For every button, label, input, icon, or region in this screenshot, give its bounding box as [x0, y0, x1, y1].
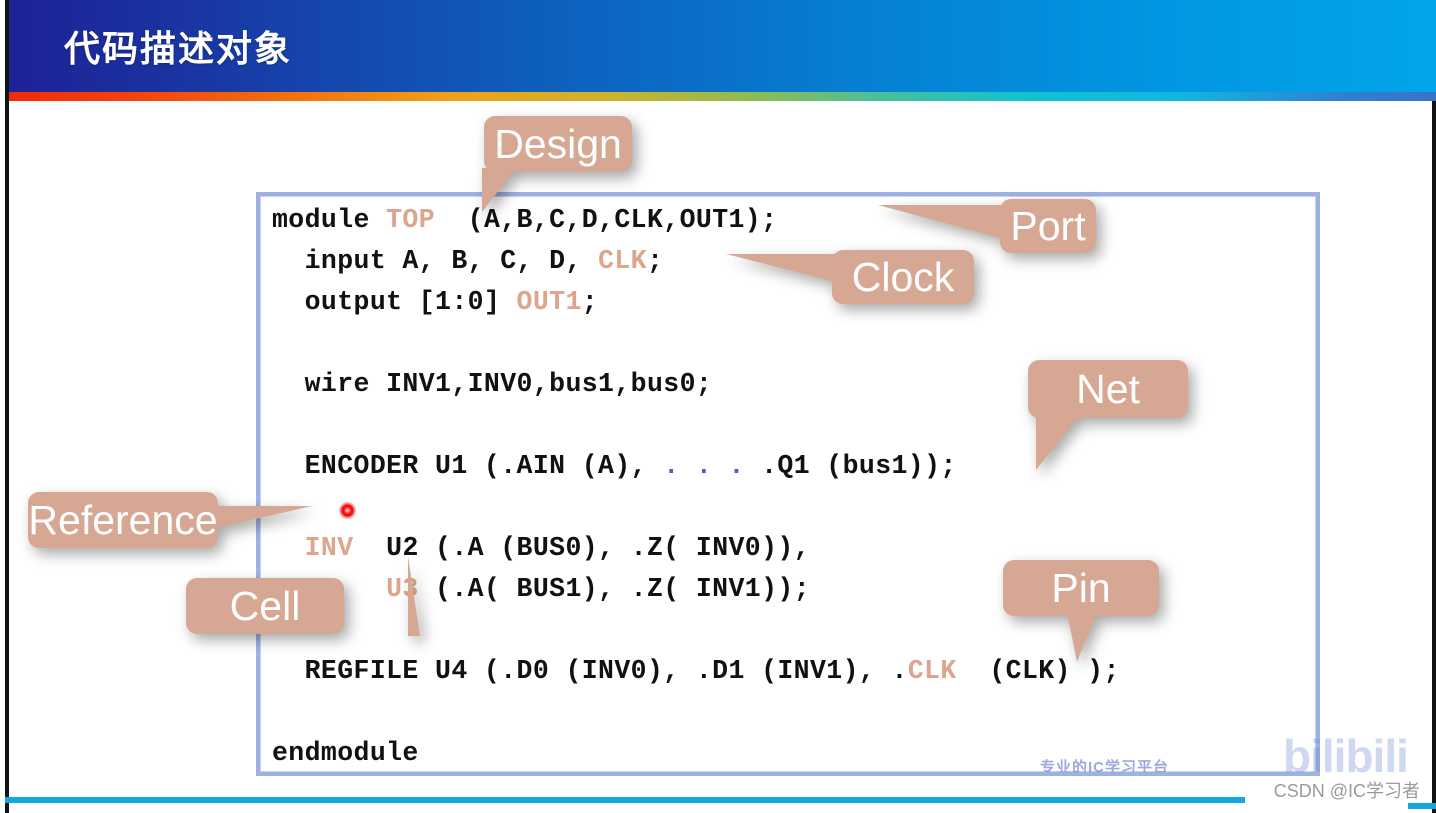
csdn-watermark: CSDN @IC学习者: [1273, 781, 1420, 801]
code-token: . . .: [663, 451, 745, 481]
code-token: TOP: [386, 205, 436, 235]
line-output: output [1:0] OUT1;: [272, 287, 598, 317]
line-wire: wire INV1,INV0,bus1,bus0;: [272, 369, 712, 399]
line-module: module TOP (A,B,C,D,CLK,OUT1);: [272, 205, 777, 235]
slide-header: 代码描述对象: [9, 0, 1436, 92]
callout-cell-label: Cell: [229, 582, 301, 629]
code-token: ;: [581, 287, 599, 317]
callout-reference-label: Reference: [28, 496, 218, 543]
callout-clock-label: Clock: [851, 253, 955, 300]
line-inv-u2: INV U2 (.A (BUS0), .Z( INV0)),: [272, 533, 810, 563]
callout-tail-icon: [408, 556, 420, 636]
callout-port-label: Port: [1010, 202, 1086, 249]
code-token: ENCODER U1 (.AIN (A),: [272, 451, 664, 481]
cursor-marker-icon: [339, 502, 356, 519]
code-token: REGFILE U4 (.D0 (INV0), .D1 (INV1), .: [272, 656, 908, 686]
slide-canvas: 代码描述对象 module TOP (A,B,C,D,CLK,OUT1); in…: [0, 0, 1436, 813]
callout-pin[interactable]: Pin: [1003, 560, 1159, 662]
code-token: ;: [646, 246, 664, 276]
code-token: input A, B, C, D,: [272, 246, 599, 276]
callout-tail-icon: [726, 254, 836, 282]
code-token: endmodule: [272, 738, 419, 768]
callout-design-label: Design: [494, 120, 622, 167]
code-token: INV: [304, 533, 354, 563]
callout-net[interactable]: Net: [1028, 360, 1188, 470]
line-endmodule: endmodule: [272, 738, 419, 768]
callout-design[interactable]: Design: [482, 116, 632, 212]
line-encoder: ENCODER U1 (.AIN (A), . . . .Q1 (bus1));: [272, 451, 957, 481]
callout-tail-icon: [1067, 612, 1097, 662]
callout-tail-icon: [878, 205, 1004, 239]
callout-clock[interactable]: Clock: [726, 250, 974, 304]
code-token: U2 (.A (BUS0), .Z( INV0)),: [353, 533, 811, 563]
callout-port[interactable]: Port: [878, 199, 1096, 253]
verilog-code-block: module TOP (A,B,C,D,CLK,OUT1); input A, …: [272, 200, 1120, 774]
callout-reference[interactable]: Reference: [28, 492, 312, 548]
page-title: 代码描述对象: [64, 28, 293, 69]
callout-tail-icon: [1036, 414, 1080, 470]
callout-cell[interactable]: Cell: [186, 556, 420, 636]
slide-left-edge: [5, 0, 9, 813]
callout-tail-icon: [216, 506, 312, 528]
bilibili-logo-watermark: bilibili: [1283, 730, 1409, 782]
code-token: wire INV1,INV0,bus1,bus0;: [272, 369, 713, 399]
code-token: (.A( BUS1), .Z( INV1));: [418, 574, 810, 604]
slide-bottom-bar-right: [1408, 803, 1436, 809]
slide-right-edge: [1432, 0, 1436, 813]
callout-pin-label: Pin: [1051, 564, 1111, 611]
code-token: OUT1: [516, 287, 582, 317]
code-token: module: [272, 205, 387, 235]
line-regfile: REGFILE U4 (.D0 (INV0), .D1 (INV1), .CLK…: [272, 656, 1120, 686]
callout-tail-icon: [482, 168, 516, 212]
code-token: output [1:0]: [272, 287, 517, 317]
callout-net-label: Net: [1076, 365, 1140, 412]
line-inv-u3: U3 (.A( BUS1), .Z( INV1));: [272, 574, 810, 604]
header-accent-bar: [9, 92, 1436, 101]
line-input: input A, B, C, D, CLK;: [272, 246, 663, 276]
code-token: CLK: [598, 246, 647, 276]
watermark-faint-text: 专业的IC学习平台: [1040, 759, 1170, 772]
code-token: CLK: [907, 656, 957, 686]
slide-bottom-bar: [5, 797, 1245, 803]
code-token: .Q1 (bus1));: [744, 451, 957, 481]
